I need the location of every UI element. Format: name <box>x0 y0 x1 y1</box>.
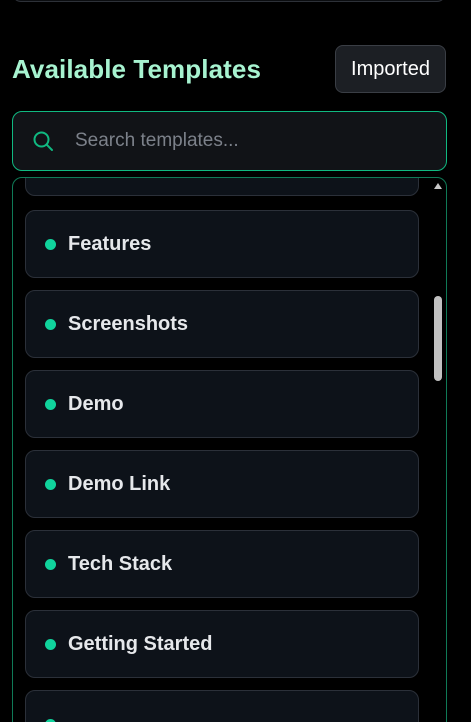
search-box[interactable] <box>12 111 447 171</box>
list-item-label: Screenshots <box>68 312 189 335</box>
status-dot <box>45 398 56 410</box>
previous-section-card <box>12 0 446 2</box>
imported-button[interactable]: Imported <box>335 45 446 93</box>
list-item-screenshots[interactable]: Screenshots <box>25 290 419 358</box>
list-item-label: Demo Link <box>68 472 171 495</box>
list-item-getting-started[interactable]: Getting Started <box>25 610 419 678</box>
status-dot <box>45 638 56 650</box>
list-item-features[interactable]: Features <box>25 210 419 278</box>
list-item[interactable] <box>25 690 419 722</box>
list-item-tech-stack[interactable]: Tech Stack <box>25 530 419 598</box>
section-title: Available Templates <box>12 54 262 84</box>
list-item-label: Demo <box>68 392 124 415</box>
status-dot <box>45 558 56 570</box>
list-item-label: Features <box>68 232 152 255</box>
list-item[interactable] <box>25 178 419 196</box>
list-item-demo[interactable]: Demo <box>25 370 419 438</box>
search-icon <box>32 130 54 152</box>
status-dot <box>45 718 56 722</box>
status-dot <box>45 238 56 250</box>
scroll-up-arrow-icon[interactable] <box>434 183 442 189</box>
list-item-label: Getting Started <box>68 632 213 655</box>
scrollbar-thumb[interactable] <box>434 296 442 381</box>
template-list[interactable]: Features Screenshots Demo Demo Link Tech… <box>12 177 447 722</box>
status-dot <box>45 318 56 330</box>
search-input[interactable] <box>73 111 446 171</box>
status-dot <box>45 478 56 490</box>
templates-panel: Available Templates Imported Features Sc… <box>0 0 471 722</box>
list-item-demo-link[interactable]: Demo Link <box>25 450 419 518</box>
list-item-label: Tech Stack <box>68 552 173 575</box>
